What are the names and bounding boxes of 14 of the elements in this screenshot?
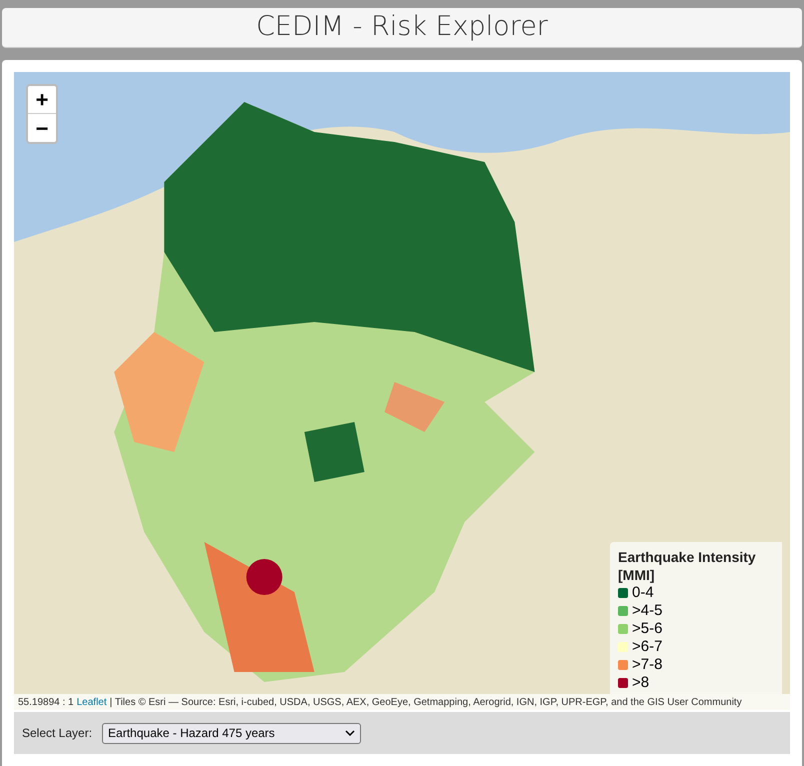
page-title: CEDIM - Risk Explorer [256,10,548,44]
legend-label: >8 [632,672,650,693]
legend-label: >6-7 [632,636,662,657]
select-layer-label: Select Layer: [22,725,92,742]
leaflet-link[interactable]: Leaflet [76,694,107,710]
legend-label: >7-8 [632,654,662,675]
map-scale: 55.19894 : 1 [18,696,74,710]
legend-label: >5-6 [632,618,662,639]
legend-title: Earthquake Intensity [MMI] [618,548,757,584]
attribution-text: | Tiles © Esri — Source: Esri, i-cubed, USDA, USGS, AEX, GeoEye, Getmapping, Aerogrid, IGN, IGP, UPR-EGP, and the GIS User Community [110,696,742,710]
layer-select[interactable]: Earthquake - Hazard 475 years [102,722,362,744]
legend-label: >4-5 [632,600,662,621]
legend-label: 0-4 [632,583,654,603]
chevron-down-icon [345,730,356,736]
